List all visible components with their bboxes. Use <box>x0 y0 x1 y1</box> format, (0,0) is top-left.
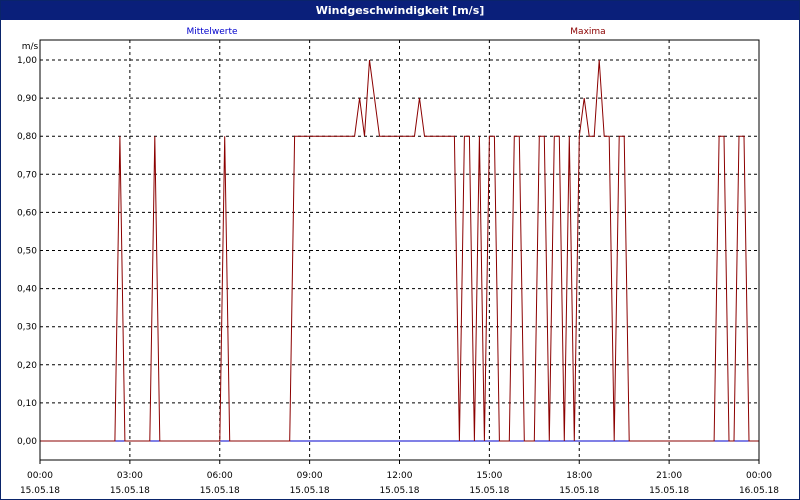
x-tick-time: 00:00 <box>27 471 53 481</box>
x-tick-time: 15:00 <box>476 471 502 481</box>
y-tick-label: 0,00 <box>17 437 37 447</box>
y-tick-label: 0,10 <box>17 399 37 409</box>
x-tick-time: 09:00 <box>297 471 323 481</box>
x-tick-date: 15.05.18 <box>559 486 599 496</box>
axis-ticks: 0,00 0,10 0,20 0,30 0,40 0,50 0,60 0,70 0,80 0,90… <box>17 56 779 496</box>
x-tick-date: 16.05.18 <box>739 486 779 496</box>
x-tick-date: 15.05.18 <box>200 486 240 496</box>
y-tick-label: 0,20 <box>17 361 37 371</box>
y-tick-label: 0,40 <box>17 285 37 295</box>
x-tick-time: 00:00 <box>746 471 772 481</box>
x-tick-date: 15.05.18 <box>649 486 689 496</box>
legend-maxima: Maxima <box>570 27 605 37</box>
y-tick-label: 0,80 <box>17 132 37 142</box>
grid-lines <box>40 40 759 460</box>
x-tick-time: 03:00 <box>117 471 143 481</box>
x-tick-time: 21:00 <box>656 471 682 481</box>
x-tick-date: 15.05.18 <box>20 486 60 496</box>
x-tick-date: 15.05.18 <box>290 486 330 496</box>
x-tick-date: 15.05.18 <box>110 486 150 496</box>
x-tick-time: 12:00 <box>387 471 413 481</box>
y-tick-label: 0,30 <box>17 323 37 333</box>
y-axis-unit: m/s <box>22 42 39 52</box>
x-tick-date: 15.05.18 <box>469 486 509 496</box>
x-tick-time: 18:00 <box>566 471 592 481</box>
line-chart: Mittelwerte Maxima m/s 0,000,100,200,300… <box>17 27 779 496</box>
legend-mittelwerte: Mittelwerte <box>186 27 237 37</box>
y-tick-label: 1,00 <box>17 56 37 66</box>
y-tick-label: 0,60 <box>17 208 37 218</box>
y-tick-label: 0,50 <box>17 247 37 257</box>
y-tick-label: 0,70 <box>17 170 37 180</box>
y-tick-label: 0,90 <box>17 94 37 104</box>
x-tick-time: 06:00 <box>207 471 233 481</box>
x-tick-date: 15.05.18 <box>379 486 419 496</box>
